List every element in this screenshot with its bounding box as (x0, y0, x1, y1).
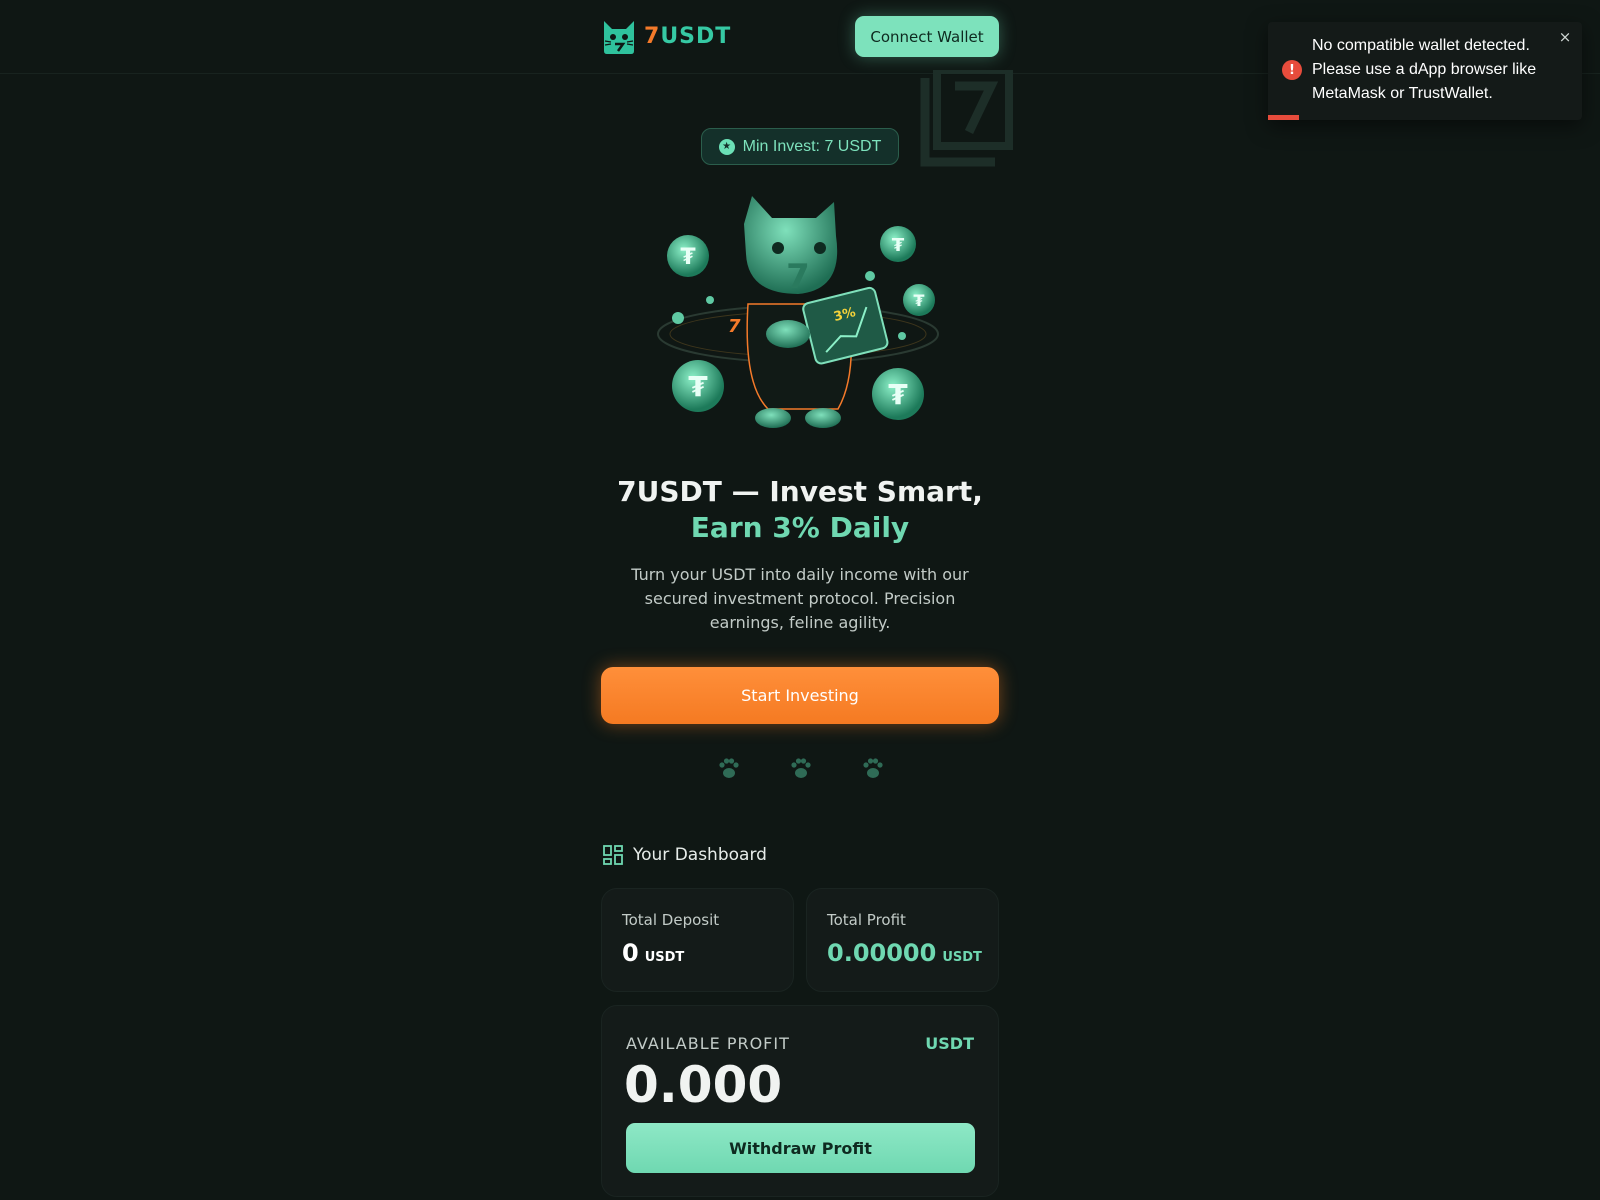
paw-icon (719, 758, 739, 778)
logo-text-suffix: USDT (660, 23, 732, 49)
error-toast: ! No compatible wallet detected. Please … (1268, 22, 1582, 120)
available-profit-label: AVAILABLE PROFIT (626, 1034, 790, 1053)
total-profit-label: Total Profit (827, 911, 906, 929)
cat-logo-icon (604, 21, 634, 54)
withdraw-profit-button[interactable]: Withdraw Profit (626, 1123, 975, 1173)
svg-text:₮: ₮ (913, 291, 924, 310)
total-deposit-value-row: 0 USDT (622, 939, 684, 967)
svg-text:₮: ₮ (688, 370, 708, 403)
total-deposit-label: Total Deposit (622, 911, 720, 929)
dashboard-title: Your Dashboard (633, 845, 767, 865)
decorative-seven-box (920, 70, 1013, 167)
svg-text:7: 7 (728, 316, 741, 337)
close-icon[interactable]: × (1556, 28, 1574, 46)
available-profit-value: 0.000 (624, 1056, 783, 1114)
total-profit-value-row: 0.00000 USDT (827, 939, 982, 967)
total-deposit-value: 0 (622, 939, 639, 967)
logo-text-prefix: 7 (644, 23, 661, 49)
hero-title: 7USDT — Invest Smart, Earn 3% Daily (580, 474, 1020, 546)
dashboard-grid-icon (603, 845, 623, 865)
hero-title-main: 7USDT — Invest Smart, (617, 475, 983, 508)
cat-mascot-illustration: ₮ ₮ ₮ ₮ ₮ 7 7 3% (657, 196, 939, 428)
toast-message: No compatible wallet detected. Please us… (1312, 37, 1537, 102)
usdt-coin-icon: ₮ (880, 226, 916, 262)
total-deposit-card: Total Deposit 0 USDT (601, 888, 794, 992)
hero-title-accent: Earn 3% Daily (690, 511, 910, 544)
svg-text:₮: ₮ (892, 235, 905, 256)
usdt-coin-icon: ₮ (872, 368, 924, 420)
usdt-coin-icon: ₮ (672, 360, 724, 412)
svg-text:₮: ₮ (680, 245, 696, 270)
total-profit-unit: USDT (942, 950, 982, 965)
available-profit-unit: USDT (925, 1034, 974, 1053)
connect-wallet-button[interactable]: Connect Wallet (855, 16, 999, 57)
toast-progress-bar (1268, 115, 1300, 120)
min-invest-text: Min Invest: 7 USDT (742, 137, 882, 155)
star-icon: ★ (718, 138, 735, 155)
total-profit-card: Total Profit 0.00000 USDT (806, 888, 999, 992)
svg-text:7: 7 (786, 257, 810, 297)
usdt-coin-icon: ₮ (667, 235, 709, 277)
hero-subtitle: Turn your USDT into daily income with ou… (631, 565, 969, 632)
total-deposit-unit: USDT (644, 950, 685, 965)
paw-prints (719, 758, 883, 778)
dashboard-header: Your Dashboard (603, 845, 767, 865)
paw-icon (791, 758, 811, 778)
logo-text: 7USDT (644, 24, 731, 49)
start-investing-button[interactable]: Start Investing (601, 667, 999, 724)
total-profit-value: 0.00000 (827, 939, 937, 967)
paw-icon (863, 758, 883, 778)
error-icon: ! (1282, 60, 1302, 80)
usdt-coin-icon: ₮ (903, 284, 935, 316)
min-invest-badge: ★ Min Invest: 7 USDT (701, 128, 899, 165)
available-profit-card: AVAILABLE PROFIT USDT 0.000 Withdraw Pro… (601, 1005, 999, 1197)
brand-logo[interactable]: 7USDT (602, 17, 731, 55)
svg-text:₮: ₮ (888, 378, 908, 411)
